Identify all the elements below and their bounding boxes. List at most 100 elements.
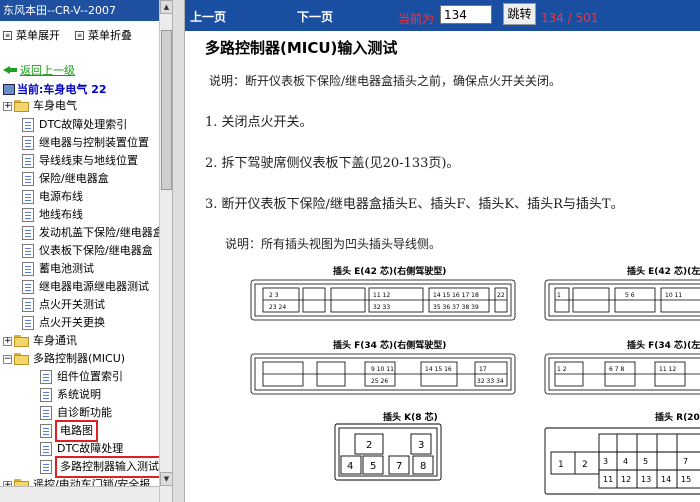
connector-r: 1 2 3 11 12 13 14 15 4 5 7: [544, 427, 700, 495]
svg-text:25 26: 25 26: [371, 378, 388, 385]
sidebar-panel: 东风本田--CR-V--2007 ≡ 菜单展开 ≡ 菜单折叠 返回上一级 当前:…: [0, 0, 172, 502]
tree-item[interactable]: 组件位置索引: [40, 368, 123, 386]
collapse-icon[interactable]: −: [3, 354, 12, 364]
tree-item[interactable]: + 车身电气: [3, 97, 77, 115]
tree-item[interactable]: 继电器与控制装置位置: [22, 134, 149, 152]
tree-item-label: 继电器电源继电器测试: [39, 280, 149, 293]
svg-text:2: 2: [366, 440, 372, 451]
connector-e-left: 2 3 23 24 11 12 14 15 16 17 18 35 36 37 …: [250, 279, 516, 321]
tree-item-label: 发动机盖下保险/继电器盒: [39, 226, 164, 239]
svg-text:3: 3: [603, 457, 608, 466]
svg-text:32 33: 32 33: [373, 304, 390, 311]
expand-all-button[interactable]: ≡ 菜单展开: [3, 27, 60, 43]
document-icon: [22, 226, 34, 240]
collapse-all-button[interactable]: ≡ 菜单折叠: [75, 27, 132, 43]
svg-text:14: 14: [661, 475, 671, 484]
current-location-label: 当前:车身电气 22: [17, 83, 107, 96]
tree-item-label: 继电器与控制装置位置: [39, 136, 149, 149]
tree-item[interactable]: DTC故障处理: [40, 440, 123, 458]
document-icon: [22, 172, 34, 186]
svg-text:5 6: 5 6: [625, 292, 635, 299]
svg-text:7: 7: [396, 461, 402, 472]
current-location: 当前:车身电气 22: [3, 81, 107, 97]
svg-text:5: 5: [643, 457, 648, 466]
content-panel: 上一页 下一页 当前为 134 跳转 134 / 501 多路控制器(MICU)…: [185, 0, 700, 502]
tree-item-label: 电源布线: [39, 190, 83, 203]
folder-icon: [14, 353, 30, 365]
panel-splitter[interactable]: [172, 0, 185, 502]
tree-item[interactable]: 蓄电池测试: [22, 260, 94, 278]
folder-icon: [14, 335, 30, 347]
svg-text:23 24: 23 24: [269, 304, 286, 311]
svg-text:1: 1: [558, 460, 564, 470]
svg-text:22: 22: [497, 292, 505, 299]
svg-text:35 36 37 38 39: 35 36 37 38 39: [433, 304, 479, 311]
svg-text:3: 3: [418, 440, 424, 451]
tree-item[interactable]: 导线线束与地线位置: [22, 152, 138, 170]
tree-item[interactable]: 系统说明: [40, 386, 101, 404]
tree-item[interactable]: − 多路控制器(MICU): [3, 350, 125, 368]
document-icon: [40, 406, 52, 420]
document-icon: [40, 388, 52, 402]
document-icon: [22, 298, 34, 312]
tree-item-label: 点火开关测试: [39, 298, 105, 311]
document-icon: [22, 136, 34, 150]
connector-e-right: 1 5 6 10 11: [544, 279, 700, 321]
tree-item[interactable]: 地线布线: [22, 206, 83, 224]
sidebar-title: 东风本田--CR-V--2007: [0, 0, 161, 21]
svg-text:2: 2: [582, 460, 588, 470]
back-link[interactable]: 返回上一级: [3, 62, 75, 78]
svg-text:6 7 8: 6 7 8: [609, 366, 624, 373]
tree-item[interactable]: 点火开关测试: [22, 296, 105, 314]
tree-item[interactable]: 仪表板下保险/继电器盒: [22, 242, 153, 260]
svg-text:32 33 34: 32 33 34: [477, 378, 504, 385]
tree-item-label: 仪表板下保险/继电器盒: [39, 244, 153, 257]
folder-icon: [14, 100, 30, 112]
document-icon: [22, 244, 34, 258]
svg-text:12: 12: [621, 475, 631, 484]
document-icon: [22, 154, 34, 168]
horizontal-scrollbar[interactable]: [0, 486, 159, 502]
tree-item-label: 保险/继电器盒: [39, 172, 109, 185]
expand-all-label: 菜单展开: [16, 29, 60, 42]
tree-item[interactable]: DTC故障处理索引: [22, 116, 127, 134]
svg-text:1 2: 1 2: [557, 366, 567, 373]
document-icon: [22, 316, 34, 330]
tree-item[interactable]: 电源布线: [22, 188, 83, 206]
document-icon: [22, 190, 34, 204]
tree-item[interactable]: + 车身通讯: [3, 332, 77, 350]
tree-item-label: 多路控制器输入测试: [55, 456, 164, 478]
svg-text:10 11: 10 11: [665, 292, 682, 299]
tree-item[interactable]: 点火开关更换: [22, 314, 105, 332]
tree-item[interactable]: 电路图: [40, 420, 98, 442]
svg-text:1: 1: [557, 292, 561, 299]
tree-item[interactable]: 自诊断功能: [40, 404, 112, 422]
back-arrow-icon: [3, 65, 17, 75]
tree-item[interactable]: 多路控制器输入测试: [40, 456, 164, 478]
tree-item-label: DTC故障处理索引: [39, 118, 128, 131]
svg-text:11 12: 11 12: [373, 292, 390, 299]
document-icon: [40, 370, 52, 384]
tree-item[interactable]: 继电器电源继电器测试: [22, 278, 149, 296]
collapse-all-label: 菜单折叠: [88, 29, 132, 42]
document-icon: [22, 208, 34, 222]
back-label: 返回上一级: [20, 64, 75, 77]
document-icon: [22, 118, 34, 132]
document-icon: [22, 262, 34, 276]
collapse-all-icon: ≡: [75, 30, 84, 40]
connector-f-right: 1 2 6 7 8 11 12: [544, 353, 700, 395]
tree-item[interactable]: 保险/继电器盒: [22, 170, 109, 188]
scroll-thumb[interactable]: [161, 30, 172, 190]
tree-item-label: 蓄电池测试: [39, 262, 94, 275]
sidebar-scrollbar[interactable]: ▲ ▼: [159, 0, 173, 502]
tree-item-label: 自诊断功能: [57, 406, 112, 419]
svg-text:8: 8: [420, 461, 426, 472]
document-icon: [40, 442, 52, 456]
tree-item-label: 导线线束与地线位置: [39, 154, 138, 167]
tree-item-label: 组件位置索引: [57, 370, 123, 383]
svg-text:7: 7: [683, 457, 688, 466]
expand-icon[interactable]: +: [3, 101, 12, 111]
tree-item-label: 点火开关更换: [39, 316, 105, 329]
tree-item[interactable]: 发动机盖下保险/继电器盒: [22, 224, 164, 242]
expand-icon[interactable]: +: [3, 336, 12, 346]
